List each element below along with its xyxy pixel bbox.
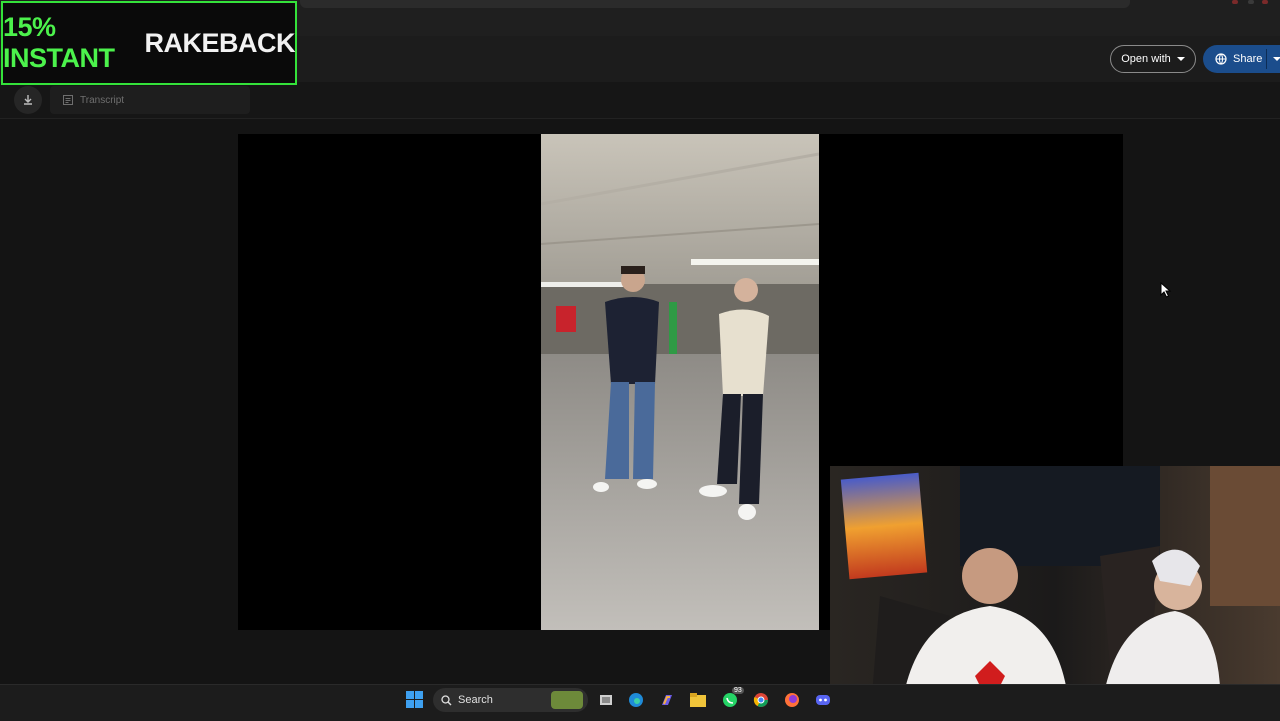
windows-start-icon[interactable] <box>406 691 424 709</box>
copilot-icon[interactable] <box>657 690 677 710</box>
taskbar-search-box[interactable]: Search <box>433 688 588 712</box>
share-chevron-icon[interactable] <box>1273 57 1280 61</box>
transcript-button[interactable]: Transcript <box>50 86 250 114</box>
transcript-label: Transcript <box>80 94 125 106</box>
streamer-webcam-overlay <box>830 466 1280 720</box>
discord-icon[interactable] <box>813 690 833 710</box>
whatsapp-icon[interactable]: 93 <box>720 687 744 710</box>
share-button[interactable]: Share <box>1203 45 1280 73</box>
firefox-icon[interactable] <box>782 690 802 710</box>
share-divider <box>1266 49 1267 69</box>
promo-accent-text: 15% INSTANT <box>3 12 115 73</box>
chevron-down-icon <box>1176 57 1185 61</box>
open-with-button[interactable]: Open with <box>1110 45 1196 73</box>
whatsapp-unread-badge: 93 <box>732 687 744 694</box>
tab-bar <box>300 0 1130 8</box>
webcam-image <box>830 466 1280 720</box>
task-view-icon[interactable] <box>596 690 616 710</box>
file-explorer-icon[interactable] <box>688 690 708 710</box>
edge-icon[interactable] <box>626 690 646 710</box>
search-icon <box>441 694 452 705</box>
video-content-image <box>541 134 819 630</box>
globe-icon <box>1215 53 1227 65</box>
transcript-icon <box>63 95 73 105</box>
video-frame[interactable] <box>541 134 819 630</box>
search-highlight-image <box>551 691 583 709</box>
open-with-label: Open with <box>1121 53 1171 65</box>
search-label: Search <box>458 694 493 706</box>
window-controls[interactable] <box>1230 0 1270 6</box>
share-label: Share <box>1233 53 1263 65</box>
mouse-pointer-icon <box>1160 281 1172 298</box>
download-button[interactable] <box>14 86 42 114</box>
download-icon <box>24 95 32 105</box>
rakeback-promo-banner: 15% INSTANT RAKEBACK <box>1 1 297 85</box>
chrome-icon[interactable] <box>751 690 771 710</box>
promo-text: RAKEBACK <box>144 27 296 58</box>
